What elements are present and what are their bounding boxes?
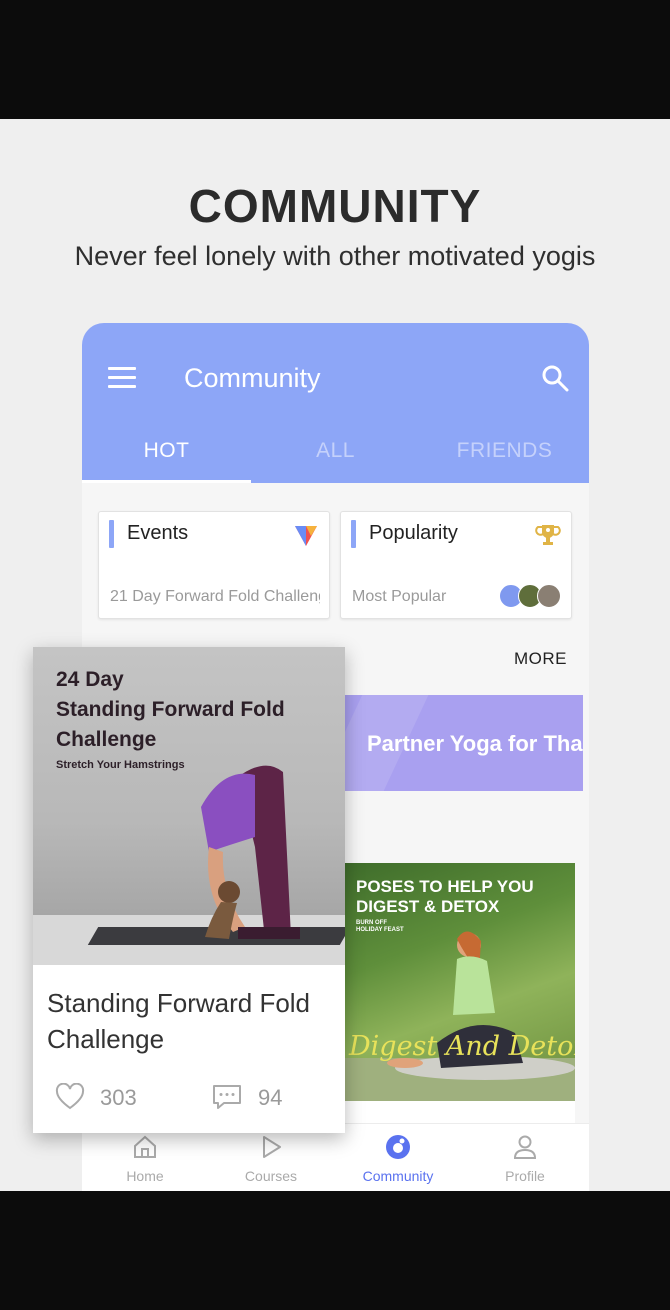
more-link[interactable]: MORE	[514, 649, 567, 669]
search-icon[interactable]	[540, 363, 570, 393]
events-card-subtitle: 21 Day Forward Fold Challenge	[110, 588, 320, 605]
challenge-image-heading-line: Standing Forward Fold	[56, 698, 285, 721]
avatar	[537, 584, 561, 608]
post-headline-line: POSES TO HELP YOU	[356, 877, 534, 896]
promo-stage: COMMUNITY Never feel lonely with other m…	[0, 119, 670, 1191]
nav-label: Courses	[244, 1168, 298, 1184]
person-icon	[513, 1135, 537, 1159]
banner-text: Partner Yoga for Thanksgiving	[367, 731, 583, 756]
color-shield-icon	[295, 526, 317, 546]
app-title: Community	[184, 363, 321, 393]
heart-icon[interactable]	[55, 1083, 85, 1111]
trophy-icon	[535, 525, 561, 545]
tab-hot[interactable]: HOT	[82, 439, 251, 463]
promo-headline: COMMUNITY	[188, 180, 482, 232]
nav-label: Home	[126, 1168, 164, 1184]
home-icon	[134, 1135, 156, 1158]
active-tab-indicator	[82, 480, 251, 483]
nav-label: Community	[362, 1168, 434, 1184]
nav-community[interactable]: Community	[335, 1124, 461, 1191]
post-headline: POSES TO HELP YOU DIGEST & DETOX	[356, 877, 556, 917]
nav-home[interactable]: Home	[82, 1124, 208, 1191]
hamburger-menu-icon[interactable]	[108, 367, 136, 389]
tab-all[interactable]: ALL	[251, 439, 420, 463]
popularity-card-title: Popularity	[369, 522, 458, 544]
comment-count: 94	[258, 1085, 283, 1110]
play-icon	[263, 1136, 281, 1158]
digest-detox-post[interactable]: POSES TO HELP YOU DIGEST & DETOX BURN OF…	[345, 863, 575, 1163]
nav-courses[interactable]: Courses	[208, 1124, 334, 1191]
community-icon	[386, 1135, 410, 1159]
popularity-card[interactable]: Popularity Most Popular	[340, 511, 572, 619]
promo-subline: Never feel lonely with other motivated y…	[74, 241, 596, 271]
challenge-image-subtitle: Stretch Your Hamstrings	[56, 759, 185, 771]
nav-profile[interactable]: Profile	[462, 1124, 588, 1191]
events-card[interactable]: Events 21 Day Forward Fold Challenge	[98, 511, 330, 619]
featured-challenge-card[interactable]: 24 Day Standing Forward Fold Challenge S…	[33, 647, 345, 1133]
challenge-image-heading-line: 24 Day	[56, 668, 124, 691]
post-small-caption: BURN OFF HOLIDAY FEAST	[356, 920, 404, 934]
app-bar: Community HOT ALL FRIENDS	[82, 323, 589, 483]
post-small-line: HOLIDAY FEAST	[356, 927, 404, 933]
card-accent-bar	[109, 520, 114, 548]
challenge-title: Standing Forward Fold Challenge	[47, 988, 311, 1054]
events-card-title: Events	[127, 522, 189, 544]
post-script-text: Digest And Detox	[349, 1031, 575, 1062]
challenge-image-heading-line: Challenge	[56, 728, 157, 751]
nav-label: Profile	[505, 1168, 545, 1184]
post-headline-line: DIGEST & DETOX	[356, 897, 500, 916]
challenge-image-heading: 24 Day Standing Forward Fold Challenge	[56, 665, 326, 755]
card-accent-bar	[351, 520, 356, 548]
comment-icon[interactable]	[212, 1083, 242, 1111]
like-count: 303	[100, 1085, 137, 1110]
tab-friends[interactable]: FRIENDS	[420, 439, 589, 463]
avatar-stack	[499, 584, 563, 608]
bottom-navigation: Home Courses Community Profile	[82, 1123, 589, 1191]
post-small-line: BURN OFF	[356, 920, 387, 926]
